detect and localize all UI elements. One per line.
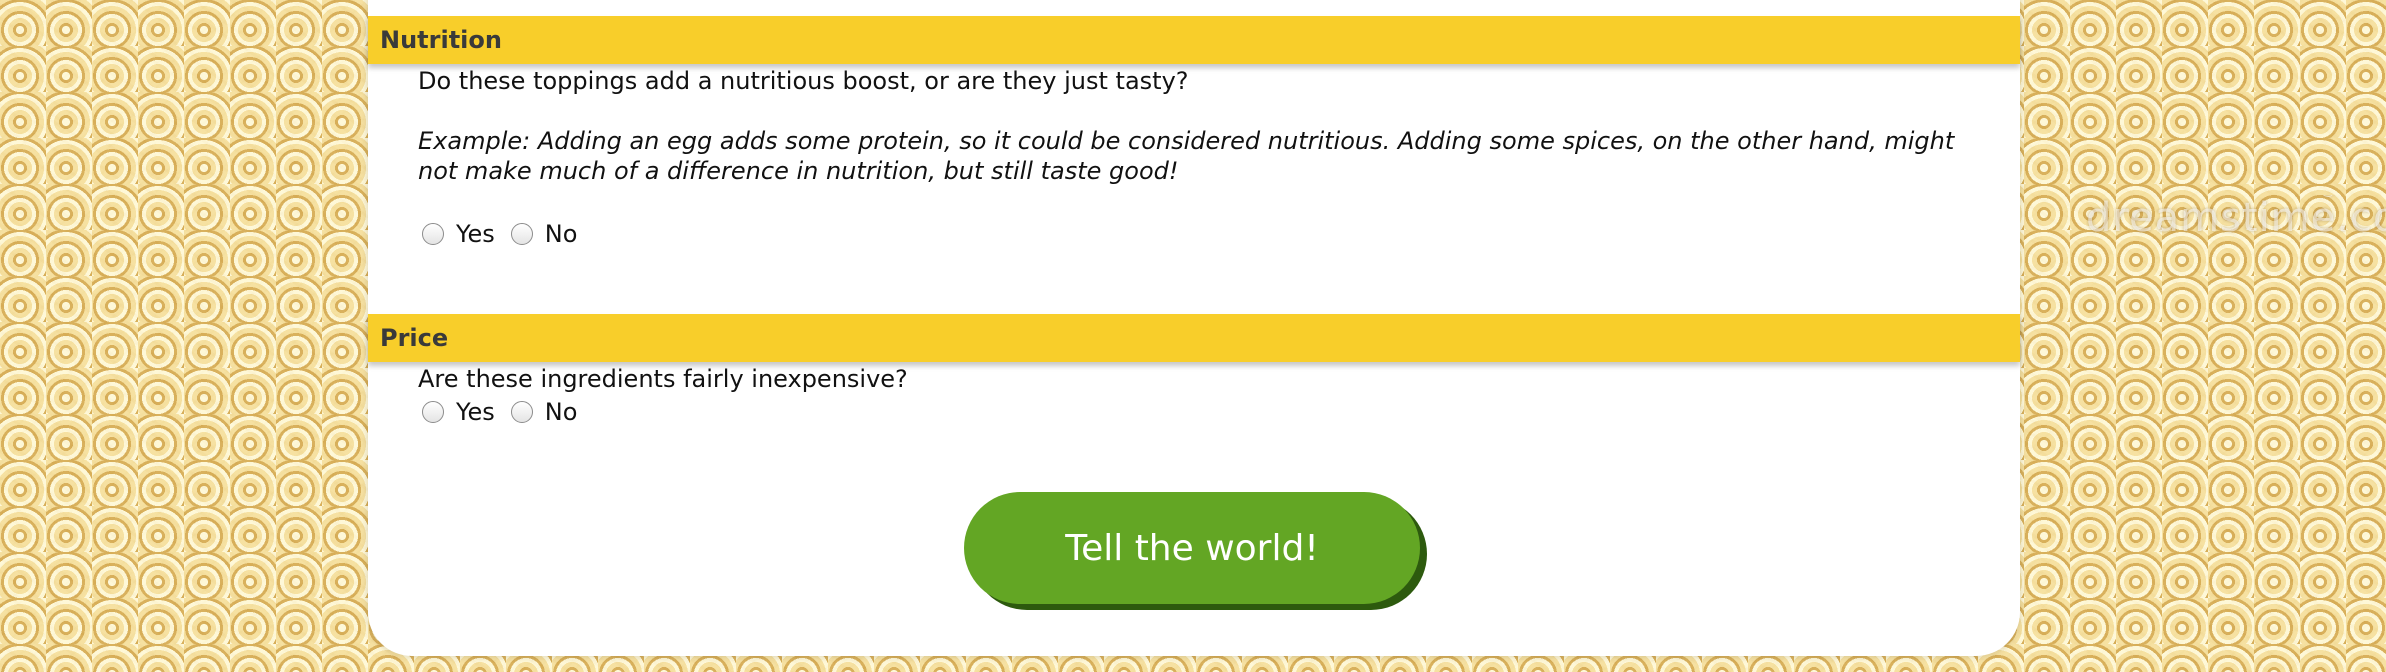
price-yes-label[interactable]: Yes — [456, 398, 495, 426]
tell-the-world-label: Tell the world! — [1065, 527, 1319, 569]
watermark-text: dreamstime.com — [2086, 195, 2386, 241]
price-header-label: Price — [380, 324, 449, 352]
price-yes-radio[interactable] — [422, 401, 444, 423]
tell-the-world-button[interactable]: Tell the world! — [964, 492, 1420, 604]
dreamstime-watermark: © dreamstime.com — [2086, 195, 2386, 241]
nutrition-header: Nutrition — [368, 16, 2020, 64]
nutrition-yes-radio[interactable] — [422, 223, 444, 245]
nutrition-no-label[interactable]: No — [545, 220, 578, 248]
price-question: Are these ingredients fairly inexpensive… — [418, 365, 908, 393]
price-radio-group: Yes No — [422, 398, 593, 426]
survey-panel: Nutrition Do these toppings add a nutrit… — [368, 0, 2020, 656]
nutrition-question: Do these toppings add a nutritious boost… — [418, 67, 1189, 95]
price-no-label[interactable]: No — [545, 398, 578, 426]
nutrition-no-radio[interactable] — [510, 223, 533, 245]
nutrition-header-label: Nutrition — [380, 26, 502, 54]
nutrition-yes-label[interactable]: Yes — [456, 220, 495, 248]
nutrition-radio-group: Yes No — [422, 220, 593, 248]
price-header: Price — [368, 314, 2020, 362]
watermark-copyright: © — [2319, 195, 2338, 202]
price-no-radio[interactable] — [510, 401, 533, 423]
nutrition-example: Example: Adding an egg adds some protein… — [418, 127, 1955, 185]
